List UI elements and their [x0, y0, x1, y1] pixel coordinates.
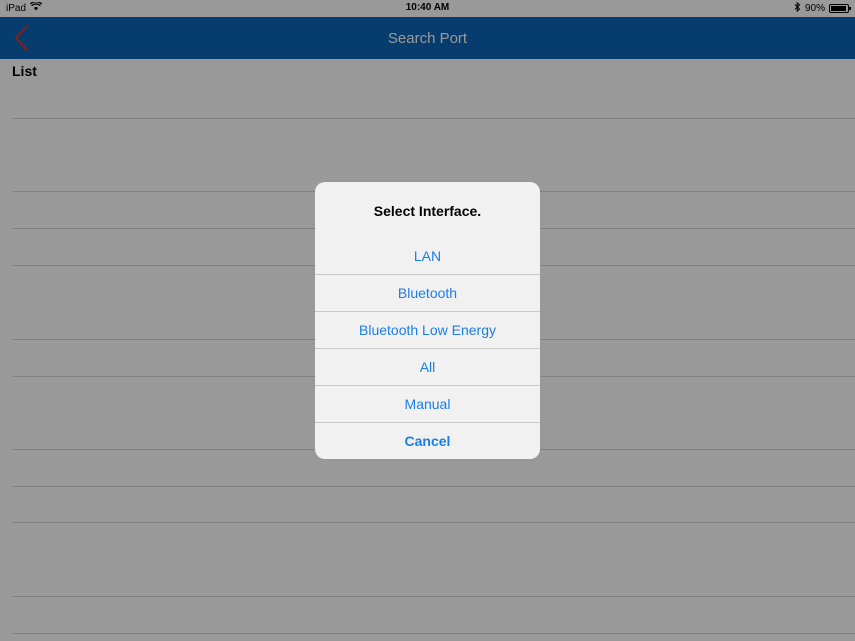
option-lan-button[interactable]: LAN [315, 237, 540, 274]
option-ble-button[interactable]: Bluetooth Low Energy [315, 311, 540, 348]
option-bluetooth-button[interactable]: Bluetooth [315, 274, 540, 311]
option-manual-button[interactable]: Manual [315, 385, 540, 422]
option-all-button[interactable]: All [315, 348, 540, 385]
dialog-title: Select Interface. [373, 202, 482, 219]
cancel-button[interactable]: Cancel [315, 422, 540, 459]
select-interface-dialog: Select Interface. LAN Bluetooth Bluetoot… [315, 182, 540, 459]
